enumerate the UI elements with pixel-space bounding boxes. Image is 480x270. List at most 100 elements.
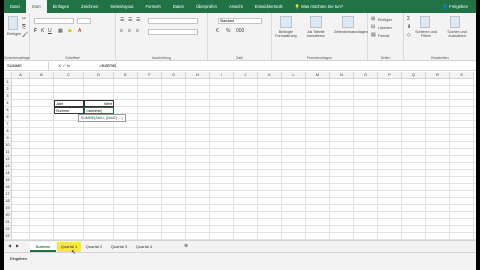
tab-data[interactable]: Daten: [167, 0, 190, 13]
align-bottom-icon[interactable]: ☰: [136, 17, 140, 23]
column-header-p[interactable]: P: [378, 72, 402, 79]
tell-me-search[interactable]: 💡 Was möchten Sie tun?: [295, 4, 343, 10]
tab-review[interactable]: Überprüfen: [190, 0, 223, 13]
column-header-d[interactable]: D: [84, 72, 114, 79]
row-header-15[interactable]: 15: [4, 177, 12, 184]
border-icon[interactable]: ▦: [58, 28, 63, 34]
cell-d5[interactable]: =summe(: [84, 107, 114, 114]
column-header-j[interactable]: J: [234, 72, 258, 79]
cell-styles-button[interactable]: Zellenformatvorlagen: [334, 30, 368, 34]
row-header-7[interactable]: 7: [4, 121, 12, 128]
wrap-text-button[interactable]: [148, 18, 198, 24]
format-as-table-button[interactable]: Als Tabelle formatieren: [302, 30, 330, 38]
cell-c4[interactable]: Jahr: [54, 100, 84, 107]
thousands-icon[interactable]: 000: [236, 28, 244, 34]
column-header-c[interactable]: C: [54, 72, 84, 79]
sheet-tab-4[interactable]: Quartal 3: [107, 242, 131, 252]
italic-icon[interactable]: K: [41, 28, 44, 34]
insert-cells-icon[interactable]: ⊞: [371, 16, 375, 22]
font-size-select[interactable]: [77, 18, 91, 24]
row-header-21[interactable]: 21: [4, 219, 12, 226]
cut-icon[interactable]: ✂: [22, 16, 26, 22]
column-header-e[interactable]: E: [114, 72, 138, 79]
cell-d4[interactable]: Wert: [84, 100, 114, 107]
align-left-icon[interactable]: ≡: [120, 28, 123, 34]
fill-icon[interactable]: ⬇: [407, 24, 411, 30]
percent-icon[interactable]: %: [226, 28, 230, 34]
align-top-icon[interactable]: ☰: [120, 17, 124, 23]
row-header-2[interactable]: 2: [4, 86, 12, 93]
find-select-icon[interactable]: [450, 16, 460, 28]
row-header-1[interactable]: 1: [4, 79, 12, 86]
tab-home[interactable]: Start: [25, 0, 47, 13]
cell-c5[interactable]: Summe: [54, 107, 84, 114]
sheet-tab-3[interactable]: Quartal 2: [82, 242, 106, 252]
row-header-14[interactable]: 14: [4, 170, 12, 177]
delete-cells-icon[interactable]: ⊟: [371, 24, 375, 30]
paste-button[interactable]: Einfügen: [4, 32, 24, 36]
column-header-i[interactable]: I: [210, 72, 234, 79]
row-header-10[interactable]: 10: [4, 142, 12, 149]
autosum-icon[interactable]: Σ: [407, 16, 410, 22]
conditional-format-icon[interactable]: [280, 16, 292, 28]
column-header-m[interactable]: M: [306, 72, 330, 79]
column-header-g[interactable]: G: [162, 72, 186, 79]
tab-developer[interactable]: Entwicklertools: [249, 0, 289, 13]
tab-page-layout[interactable]: Seitenlayout: [104, 0, 139, 13]
new-sheet-icon[interactable]: ⊕: [184, 243, 188, 249]
row-header-8[interactable]: 8: [4, 128, 12, 135]
fill-color-icon[interactable]: ◆: [68, 28, 72, 34]
number-format-select[interactable]: Standard: [218, 18, 262, 24]
sheet-tab-5[interactable]: Quartal 4: [132, 242, 156, 252]
align-middle-icon[interactable]: ☰: [128, 17, 132, 23]
row-header-17[interactable]: 17: [4, 191, 12, 198]
row-header-3[interactable]: 3: [4, 93, 12, 100]
row-header-12[interactable]: 12: [4, 156, 12, 163]
copy-icon[interactable]: ⎘: [22, 24, 26, 30]
column-header-h[interactable]: H: [186, 72, 210, 79]
column-header-r[interactable]: R: [426, 72, 450, 79]
column-header-n[interactable]: N: [330, 72, 354, 79]
column-header-b[interactable]: B: [30, 72, 54, 79]
insert-cells-button[interactable]: Einfügen: [378, 18, 392, 22]
row-header-23[interactable]: 23: [4, 233, 12, 240]
fx-icon[interactable]: ✕ ✓ fx: [58, 62, 70, 70]
find-select-button[interactable]: Suchen und Auswählen: [442, 30, 472, 38]
column-header-l[interactable]: L: [282, 72, 306, 79]
row-header-6[interactable]: 6: [4, 114, 12, 121]
column-header-o[interactable]: O: [354, 72, 378, 79]
row-header-5[interactable]: 5: [4, 107, 12, 114]
row-header-11[interactable]: 11: [4, 149, 12, 156]
cell-styles-icon[interactable]: [342, 16, 354, 28]
format-cells-button[interactable]: Format: [378, 34, 389, 38]
column-header-a[interactable]: A: [12, 72, 30, 79]
font-color-icon[interactable]: A: [78, 28, 81, 34]
scroll-tabs-left-icon[interactable]: ◀: [8, 243, 11, 248]
bold-icon[interactable]: F: [34, 28, 37, 34]
tab-view[interactable]: Ansicht: [223, 0, 249, 13]
column-header-k[interactable]: K: [258, 72, 282, 79]
sheet-tab-1[interactable]: Summe: [30, 242, 56, 252]
align-right-icon[interactable]: ≡: [136, 28, 139, 34]
sort-filter-icon[interactable]: [420, 16, 430, 28]
delete-cells-button[interactable]: Löschen: [378, 26, 392, 30]
sort-filter-button[interactable]: Sortieren und Filtern: [414, 30, 438, 38]
format-painter-icon[interactable]: 🖌: [22, 32, 28, 38]
font-name-select[interactable]: [34, 18, 74, 24]
paste-icon[interactable]: [8, 16, 18, 30]
row-header-18[interactable]: 18: [4, 198, 12, 205]
tab-formulas[interactable]: Formeln: [139, 0, 166, 13]
scroll-tabs-right-icon[interactable]: ▶: [16, 243, 19, 248]
column-header-f[interactable]: F: [138, 72, 162, 79]
format-cells-icon[interactable]: ▤: [371, 32, 376, 38]
worksheet-grid[interactable]: A B C D E F G H I J K L M N O P Q R S 1 2 3 4 5 6 7 8 9 10 11 12 13 14 15…: [4, 72, 476, 240]
format-as-table-icon[interactable]: [310, 16, 322, 28]
row-header-13[interactable]: 13: [4, 163, 12, 170]
formula-input[interactable]: =summe(: [99, 62, 117, 70]
select-all-corner[interactable]: [4, 72, 12, 79]
row-header-4[interactable]: 4: [4, 100, 12, 107]
row-header-22[interactable]: 22: [4, 226, 12, 233]
column-header-q[interactable]: Q: [402, 72, 426, 79]
tab-file[interactable]: Datei: [4, 0, 26, 13]
tab-draw[interactable]: Zeichnen: [75, 0, 104, 13]
